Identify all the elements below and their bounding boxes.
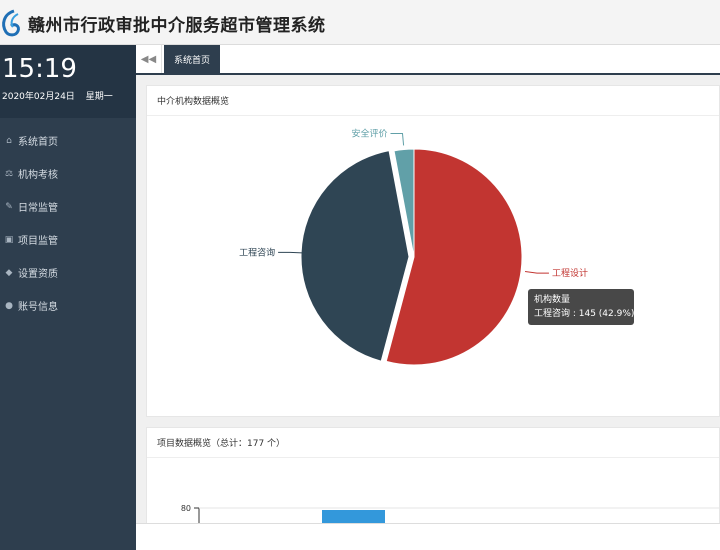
chart-tooltip: 机构数量 工程咨询 : 145 (42.9%) — [528, 289, 634, 325]
tag-icon: ◆ — [5, 267, 13, 278]
sidebar-item-label: 日常监管 — [18, 203, 58, 214]
sidebar-item-label: 设置资质 — [18, 269, 58, 280]
sidebar-menu: ⌂ 系统首页 ⚖ 机构考核 ✎ 日常监管 ▣ 项目监管 ◆ 设置资质 ● 账号信… — [0, 124, 136, 322]
sidebar: 15:19 2020年02月24日 星期一 ⌂ 系统首页 ⚖ 机构考核 ✎ 日常… — [0, 45, 136, 550]
sidebar-item-assessment[interactable]: ⚖ 机构考核 — [0, 157, 136, 190]
sidebar-item-label: 系统首页 — [18, 137, 58, 148]
sidebar-item-daily-supervision[interactable]: ✎ 日常监管 — [0, 190, 136, 223]
org-overview-panel: 中介机构数据概览 工程设计 工程咨询 安全评价 机构数量 工程咨询 : 145 (4… — [146, 85, 720, 417]
tab-home[interactable]: 系统首页 — [164, 45, 221, 73]
user-icon: ● — [5, 300, 13, 311]
pie-slice[interactable] — [300, 150, 410, 362]
project-bar-chart: 80 — [181, 504, 720, 524]
clock-date: 2020年02月24日 — [2, 92, 75, 102]
clock-widget: 15:19 2020年02月24日 星期一 — [0, 45, 136, 118]
project-overview-panel: 项目数据概览（总计：177 个） 80 — [146, 427, 720, 525]
sidebar-item-home[interactable]: ⌂ 系统首页 — [0, 124, 136, 157]
app-title: 赣州市行政审批中介服务超市管理系统 — [28, 16, 326, 36]
app-header: 赣州市行政审批中介服务超市管理系统 — [0, 0, 720, 45]
tooltip-text: 工程咨询 : 145 (42.9%) — [534, 309, 635, 319]
sidebar-item-project-supervision[interactable]: ▣ 项目监管 — [0, 223, 136, 256]
pie-label: 工程咨询 — [239, 246, 275, 258]
scale-icon: ⚖ — [4, 168, 14, 179]
panel-title: 中介机构数据概览 — [147, 86, 719, 116]
org-pie-chart: 工程设计 工程咨询 安全评价 — [239, 128, 588, 366]
sidebar-item-qualification[interactable]: ◆ 设置资质 — [0, 256, 136, 289]
y-tick-label: 80 — [181, 504, 191, 513]
sidebar-item-account[interactable]: ● 账号信息 — [0, 289, 136, 322]
app-logo-icon — [2, 9, 20, 37]
double-left-arrow-icon[interactable]: ◀◀ — [136, 45, 162, 73]
pie-label-line — [524, 271, 549, 274]
tooltip-title: 机构数量 — [534, 295, 571, 305]
tab-bar: ◀◀ 系统首页 — [136, 45, 720, 75]
sidebar-item-label: 项目监管 — [18, 236, 58, 247]
pie-label: 安全评价 — [351, 128, 387, 140]
bar — [322, 510, 385, 524]
picture-icon: ▣ — [4, 234, 14, 245]
panel-title: 项目数据概览（总计：177 个） — [147, 428, 719, 458]
clock-time: 15:19 — [2, 54, 77, 84]
clock-weekday: 星期一 — [85, 92, 113, 102]
pie-label-line — [390, 133, 405, 146]
pie-label: 工程设计 — [552, 267, 588, 279]
footer-strip — [136, 523, 720, 550]
home-icon: ⌂ — [6, 135, 12, 146]
sidebar-item-label: 机构考核 — [18, 170, 58, 181]
sidebar-item-label: 账号信息 — [18, 302, 58, 313]
main-content: 中介机构数据概览 工程设计 工程咨询 安全评价 机构数量 工程咨询 : 145 (4… — [136, 75, 720, 550]
clock-date-line: 2020年02月24日 星期一 — [2, 89, 136, 102]
edit-icon: ✎ — [5, 201, 13, 212]
